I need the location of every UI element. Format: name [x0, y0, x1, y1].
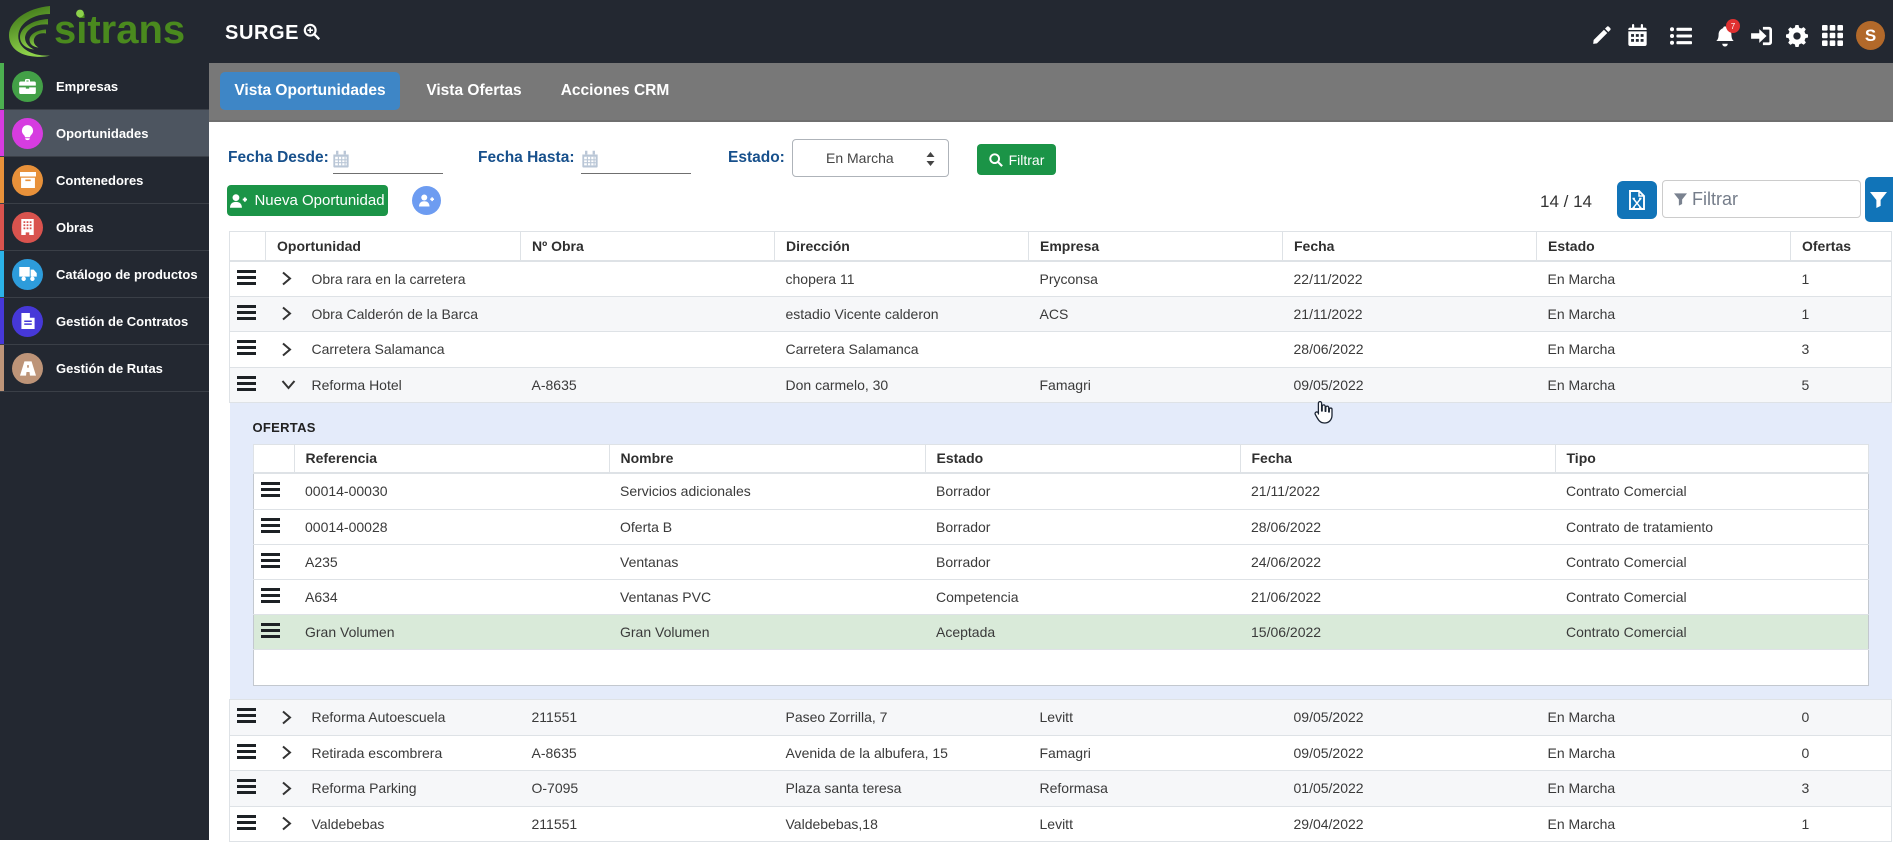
svg-text:sitrans: sitrans [54, 8, 185, 52]
